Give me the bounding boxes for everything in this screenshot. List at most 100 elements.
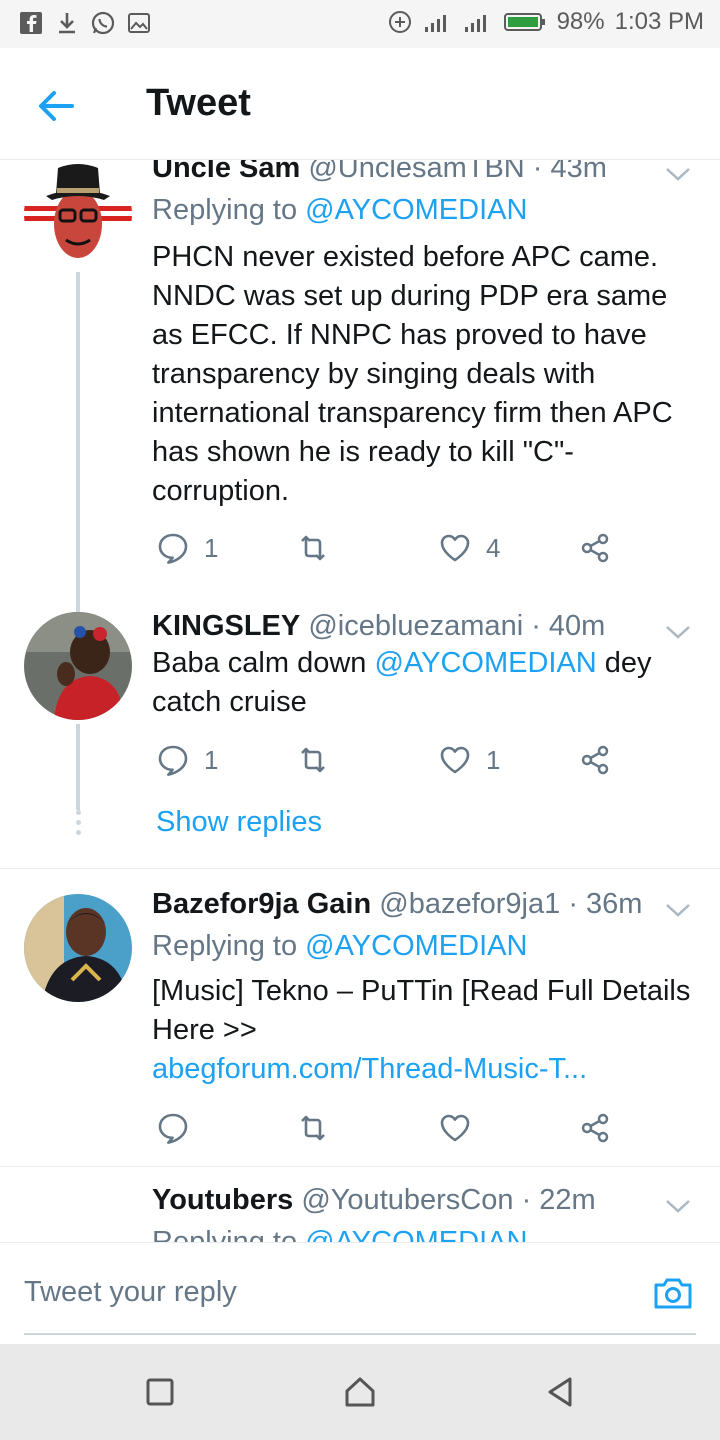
tweet-text-part: Baba calm down bbox=[152, 647, 367, 679]
reply-input[interactable] bbox=[24, 1267, 584, 1317]
tweet-meta: Youtubers @YoutubersCon · 22m bbox=[152, 1184, 596, 1217]
thread-dots bbox=[74, 810, 82, 840]
handle[interactable]: @UnclesamTBN bbox=[308, 160, 524, 184]
retweet-button[interactable] bbox=[296, 740, 344, 780]
like-count: 1 bbox=[486, 744, 501, 775]
tweet[interactable]: Uncle Sam @UnclesamTBN · 43m Replying to… bbox=[0, 160, 720, 612]
reply-icon bbox=[158, 1113, 188, 1144]
app-header: Tweet bbox=[0, 48, 720, 160]
replies-timeline[interactable]: Uncle Sam @UnclesamTBN · 43m Replying to… bbox=[0, 160, 720, 1242]
tweet[interactable]: KINGSLEY @icebluezamani · 40m Baba calm … bbox=[0, 610, 720, 868]
like-button[interactable]: 1 bbox=[438, 740, 500, 780]
signal-icon bbox=[423, 9, 453, 35]
chevron-down-icon bbox=[666, 1200, 690, 1213]
retweet-icon bbox=[301, 747, 325, 773]
heart-icon bbox=[440, 1114, 470, 1142]
like-count: 4 bbox=[486, 532, 501, 563]
retweet-button[interactable] bbox=[296, 1108, 344, 1148]
home-icon bbox=[345, 1377, 375, 1407]
like-button[interactable]: 4 bbox=[438, 528, 500, 568]
reply-button[interactable]: 1 bbox=[156, 528, 218, 568]
tweet[interactable]: Youtubers @YoutubersCon · 22m Replying t… bbox=[0, 1184, 720, 1242]
tweet-meta: KINGSLEY @icebluezamani · 40m bbox=[152, 610, 605, 643]
reply-icon bbox=[158, 533, 188, 564]
status-right-icons: 98% 1:03 PM bbox=[387, 8, 704, 36]
timestamp: · 40m bbox=[531, 610, 606, 642]
share-button[interactable] bbox=[578, 1108, 612, 1148]
heart-icon bbox=[440, 746, 470, 774]
share-button[interactable] bbox=[578, 528, 612, 568]
tweet-options-button[interactable] bbox=[664, 622, 692, 642]
arrow-left-icon bbox=[39, 91, 74, 121]
camera-icon bbox=[654, 1278, 692, 1309]
replying-prefix: Replying to bbox=[152, 1226, 298, 1242]
signal-icon bbox=[463, 9, 493, 35]
battery-percent: 98% bbox=[556, 8, 605, 35]
chevron-down-icon bbox=[666, 904, 690, 917]
replying-prefix: Replying to bbox=[152, 194, 298, 226]
thread-line bbox=[76, 724, 80, 810]
reply-composer bbox=[0, 1242, 720, 1344]
tweet-options-button[interactable] bbox=[664, 900, 692, 920]
display-name[interactable]: Uncle Sam bbox=[152, 160, 300, 184]
tweet-options-button[interactable] bbox=[664, 164, 692, 184]
handle[interactable]: @YoutubersCon bbox=[301, 1184, 513, 1216]
mention-link[interactable]: @AYCOMEDIAN bbox=[305, 930, 527, 962]
home-button[interactable] bbox=[342, 1374, 378, 1410]
chevron-down-icon bbox=[666, 168, 690, 181]
mention-link[interactable]: @AYCOMEDIAN bbox=[305, 1226, 527, 1242]
avatar[interactable] bbox=[24, 160, 132, 268]
reply-icon bbox=[158, 745, 188, 776]
avatar[interactable] bbox=[24, 1222, 132, 1242]
retweet-button[interactable] bbox=[296, 528, 344, 568]
reply-button[interactable]: 1 bbox=[156, 740, 218, 780]
battery-icon bbox=[503, 9, 547, 35]
system-nav-bar bbox=[0, 1344, 720, 1440]
timestamp: · 36m bbox=[568, 888, 643, 920]
replying-to: Replying to @AYCOMEDIAN bbox=[152, 1226, 527, 1242]
display-name[interactable]: KINGSLEY bbox=[152, 610, 300, 642]
tweet-actions: 1 4 bbox=[156, 528, 626, 568]
external-link[interactable]: abegforum.com/Thread-Music-T... bbox=[152, 1050, 702, 1089]
triangle-back-icon bbox=[548, 1377, 572, 1407]
status-bar: 98% 1:03 PM bbox=[0, 0, 720, 48]
camera-button[interactable] bbox=[652, 1273, 694, 1313]
show-replies-link[interactable]: Show replies bbox=[156, 806, 322, 839]
tweet[interactable]: Bazefor9ja Gain @bazefor9ja1 · 36m Reply… bbox=[0, 888, 720, 1166]
add-circle-icon bbox=[387, 9, 413, 35]
back-button[interactable] bbox=[34, 84, 78, 128]
handle[interactable]: @bazefor9ja1 bbox=[379, 888, 560, 920]
recents-button[interactable] bbox=[142, 1374, 178, 1410]
tweet-options-button[interactable] bbox=[664, 1196, 692, 1216]
mention-link[interactable]: @AYCOMEDIAN bbox=[305, 194, 527, 226]
display-name[interactable]: Bazefor9ja Gain bbox=[152, 888, 371, 920]
avatar[interactable] bbox=[24, 894, 132, 1002]
tweet-text: [Music] Tekno – PuTTin [Read Full Detail… bbox=[152, 972, 702, 1089]
replying-to: Replying to @AYCOMEDIAN bbox=[152, 194, 527, 227]
facebook-icon bbox=[18, 10, 44, 36]
page-title: Tweet bbox=[146, 82, 251, 124]
chevron-down-icon bbox=[666, 626, 690, 639]
download-icon bbox=[54, 10, 80, 36]
divider bbox=[0, 1166, 720, 1167]
reply-button[interactable] bbox=[156, 1108, 204, 1148]
tweet-meta: Uncle Sam @UnclesamTBN · 43m bbox=[152, 160, 607, 185]
back-nav-button[interactable] bbox=[542, 1374, 578, 1410]
share-icon bbox=[581, 1113, 609, 1143]
divider bbox=[0, 868, 720, 869]
display-name[interactable]: Youtubers bbox=[152, 1184, 293, 1216]
share-button[interactable] bbox=[578, 740, 612, 780]
mention-link[interactable]: @AYCOMEDIAN bbox=[374, 647, 596, 679]
tweet-actions: 1 1 bbox=[156, 740, 626, 780]
gallery-icon bbox=[126, 10, 152, 36]
like-button[interactable] bbox=[438, 1108, 486, 1148]
replying-to: Replying to @AYCOMEDIAN bbox=[152, 930, 527, 963]
handle[interactable]: @icebluezamani bbox=[308, 610, 523, 642]
avatar[interactable] bbox=[24, 612, 132, 720]
status-left-icons bbox=[18, 10, 152, 36]
square-icon bbox=[146, 1378, 174, 1406]
tweet-text: Baba calm down @AYCOMEDIAN dey catch cru… bbox=[152, 644, 702, 722]
reply-count: 1 bbox=[204, 532, 219, 563]
timestamp: · 22m bbox=[521, 1184, 596, 1216]
reply-count: 1 bbox=[204, 744, 219, 775]
